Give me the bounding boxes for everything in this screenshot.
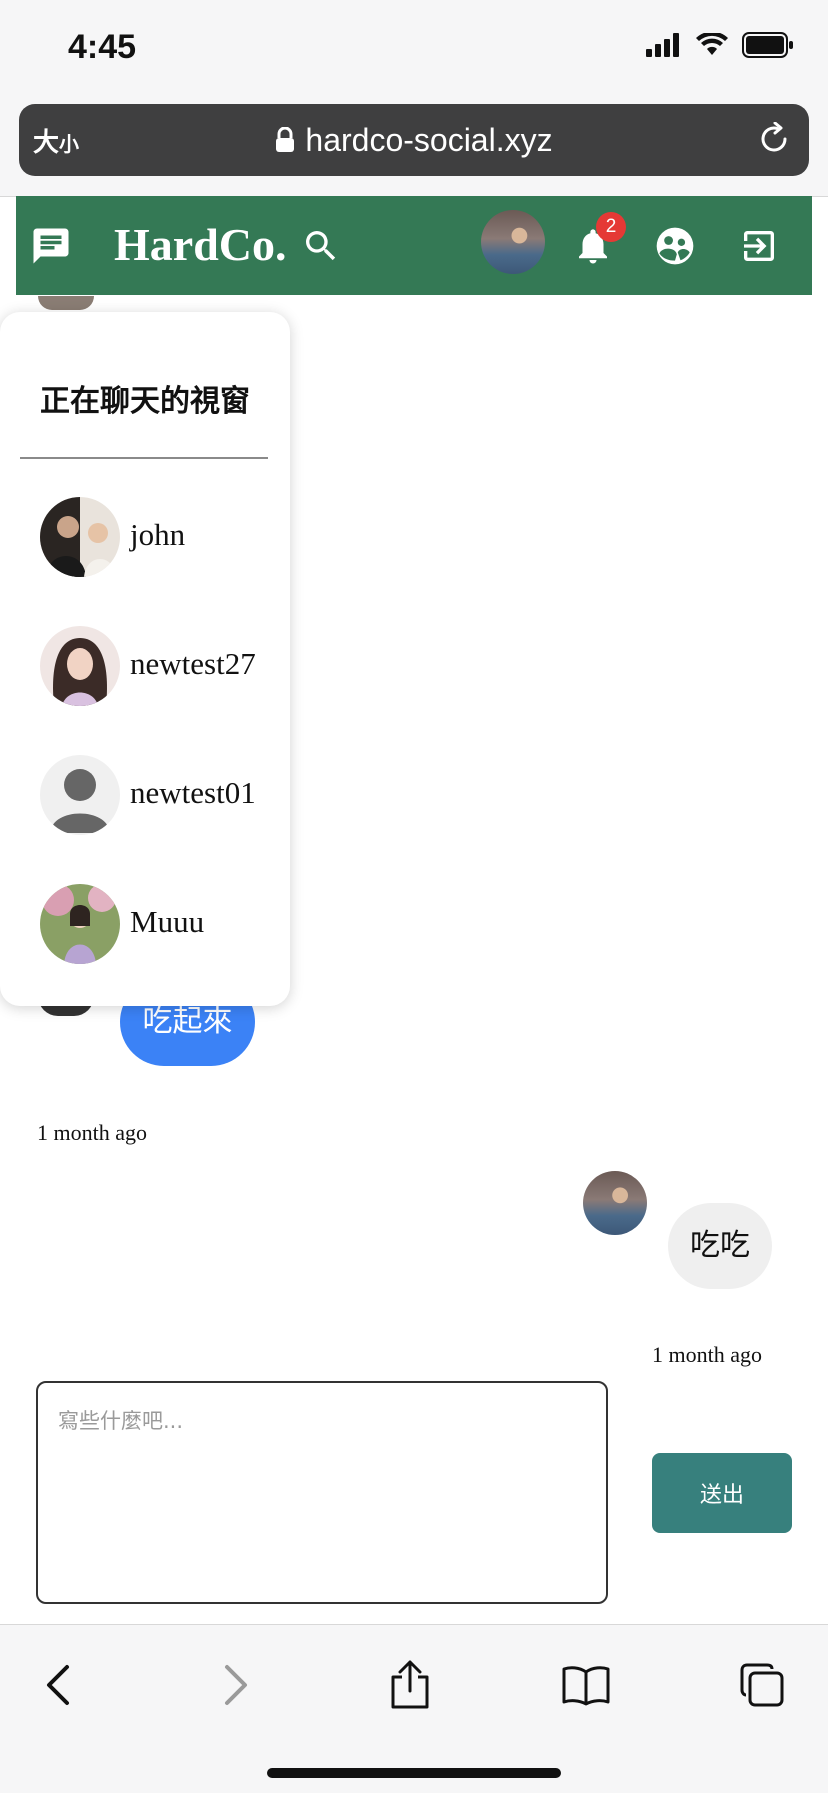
status-time: 4:45 [68,28,137,66]
app-header: HardCo. 2 [16,196,812,295]
forward-icon[interactable] [206,1655,266,1715]
avatar [40,626,120,706]
url-text: hardco-social.xyz [305,122,553,158]
tabs-icon[interactable] [732,1655,792,1715]
brand-logo[interactable]: HardCo. [114,218,287,271]
bell-icon[interactable] [568,196,618,295]
chat-item-newtest01[interactable]: newtest01 [40,755,280,835]
lock-icon [275,124,295,161]
address-bar[interactable]: 大小 hardco-social.xyz [19,104,809,176]
browser-toolbar [0,1624,828,1793]
partner-avatar-top [38,296,94,310]
chat-item-newtest27[interactable]: newtest27 [40,626,280,706]
chat-name: newtest27 [130,646,256,681]
wifi-icon [696,31,728,62]
search-icon[interactable] [296,196,346,295]
reload-icon[interactable] [757,121,791,161]
active-chats-panel: 正在聊天的視窗 john newtest27 newtest01 Muuu [0,312,290,1006]
home-indicator [267,1768,561,1778]
share-icon[interactable] [380,1655,440,1715]
friends-icon[interactable] [650,196,700,295]
url-display[interactable]: hardco-social.xyz [19,122,809,161]
chat-item-muuu[interactable]: Muuu [40,884,280,964]
logout-icon[interactable] [734,196,784,295]
chat-name: newtest01 [130,775,256,810]
signal-icon [646,33,682,62]
user-avatar[interactable] [481,210,545,274]
message-time-received: 1 month ago [37,1120,147,1145]
chat-item-john[interactable]: john [40,497,280,577]
message-time-sent: 1 month ago [652,1342,762,1367]
message-bubble-sent: 吃吃 [668,1203,772,1289]
bookmarks-icon[interactable] [556,1655,616,1715]
notification-badge: 2 [596,212,626,242]
avatar [40,497,120,577]
chat-name: john [130,517,186,552]
browser-address-area: 大小 hardco-social.xyz [0,90,828,197]
battery-icon [742,32,794,63]
back-icon[interactable] [28,1655,88,1715]
status-bar: 4:45 [0,0,828,100]
chat-icon[interactable] [26,196,76,295]
my-avatar [583,1171,647,1235]
status-icons [646,31,794,63]
send-button[interactable]: 送出 [652,1453,792,1533]
divider [20,457,268,459]
avatar [40,884,120,964]
message-input[interactable] [36,1381,608,1604]
default-avatar-icon [40,755,120,835]
panel-title: 正在聊天的視窗 [40,384,250,419]
chat-name: Muuu [130,904,205,939]
